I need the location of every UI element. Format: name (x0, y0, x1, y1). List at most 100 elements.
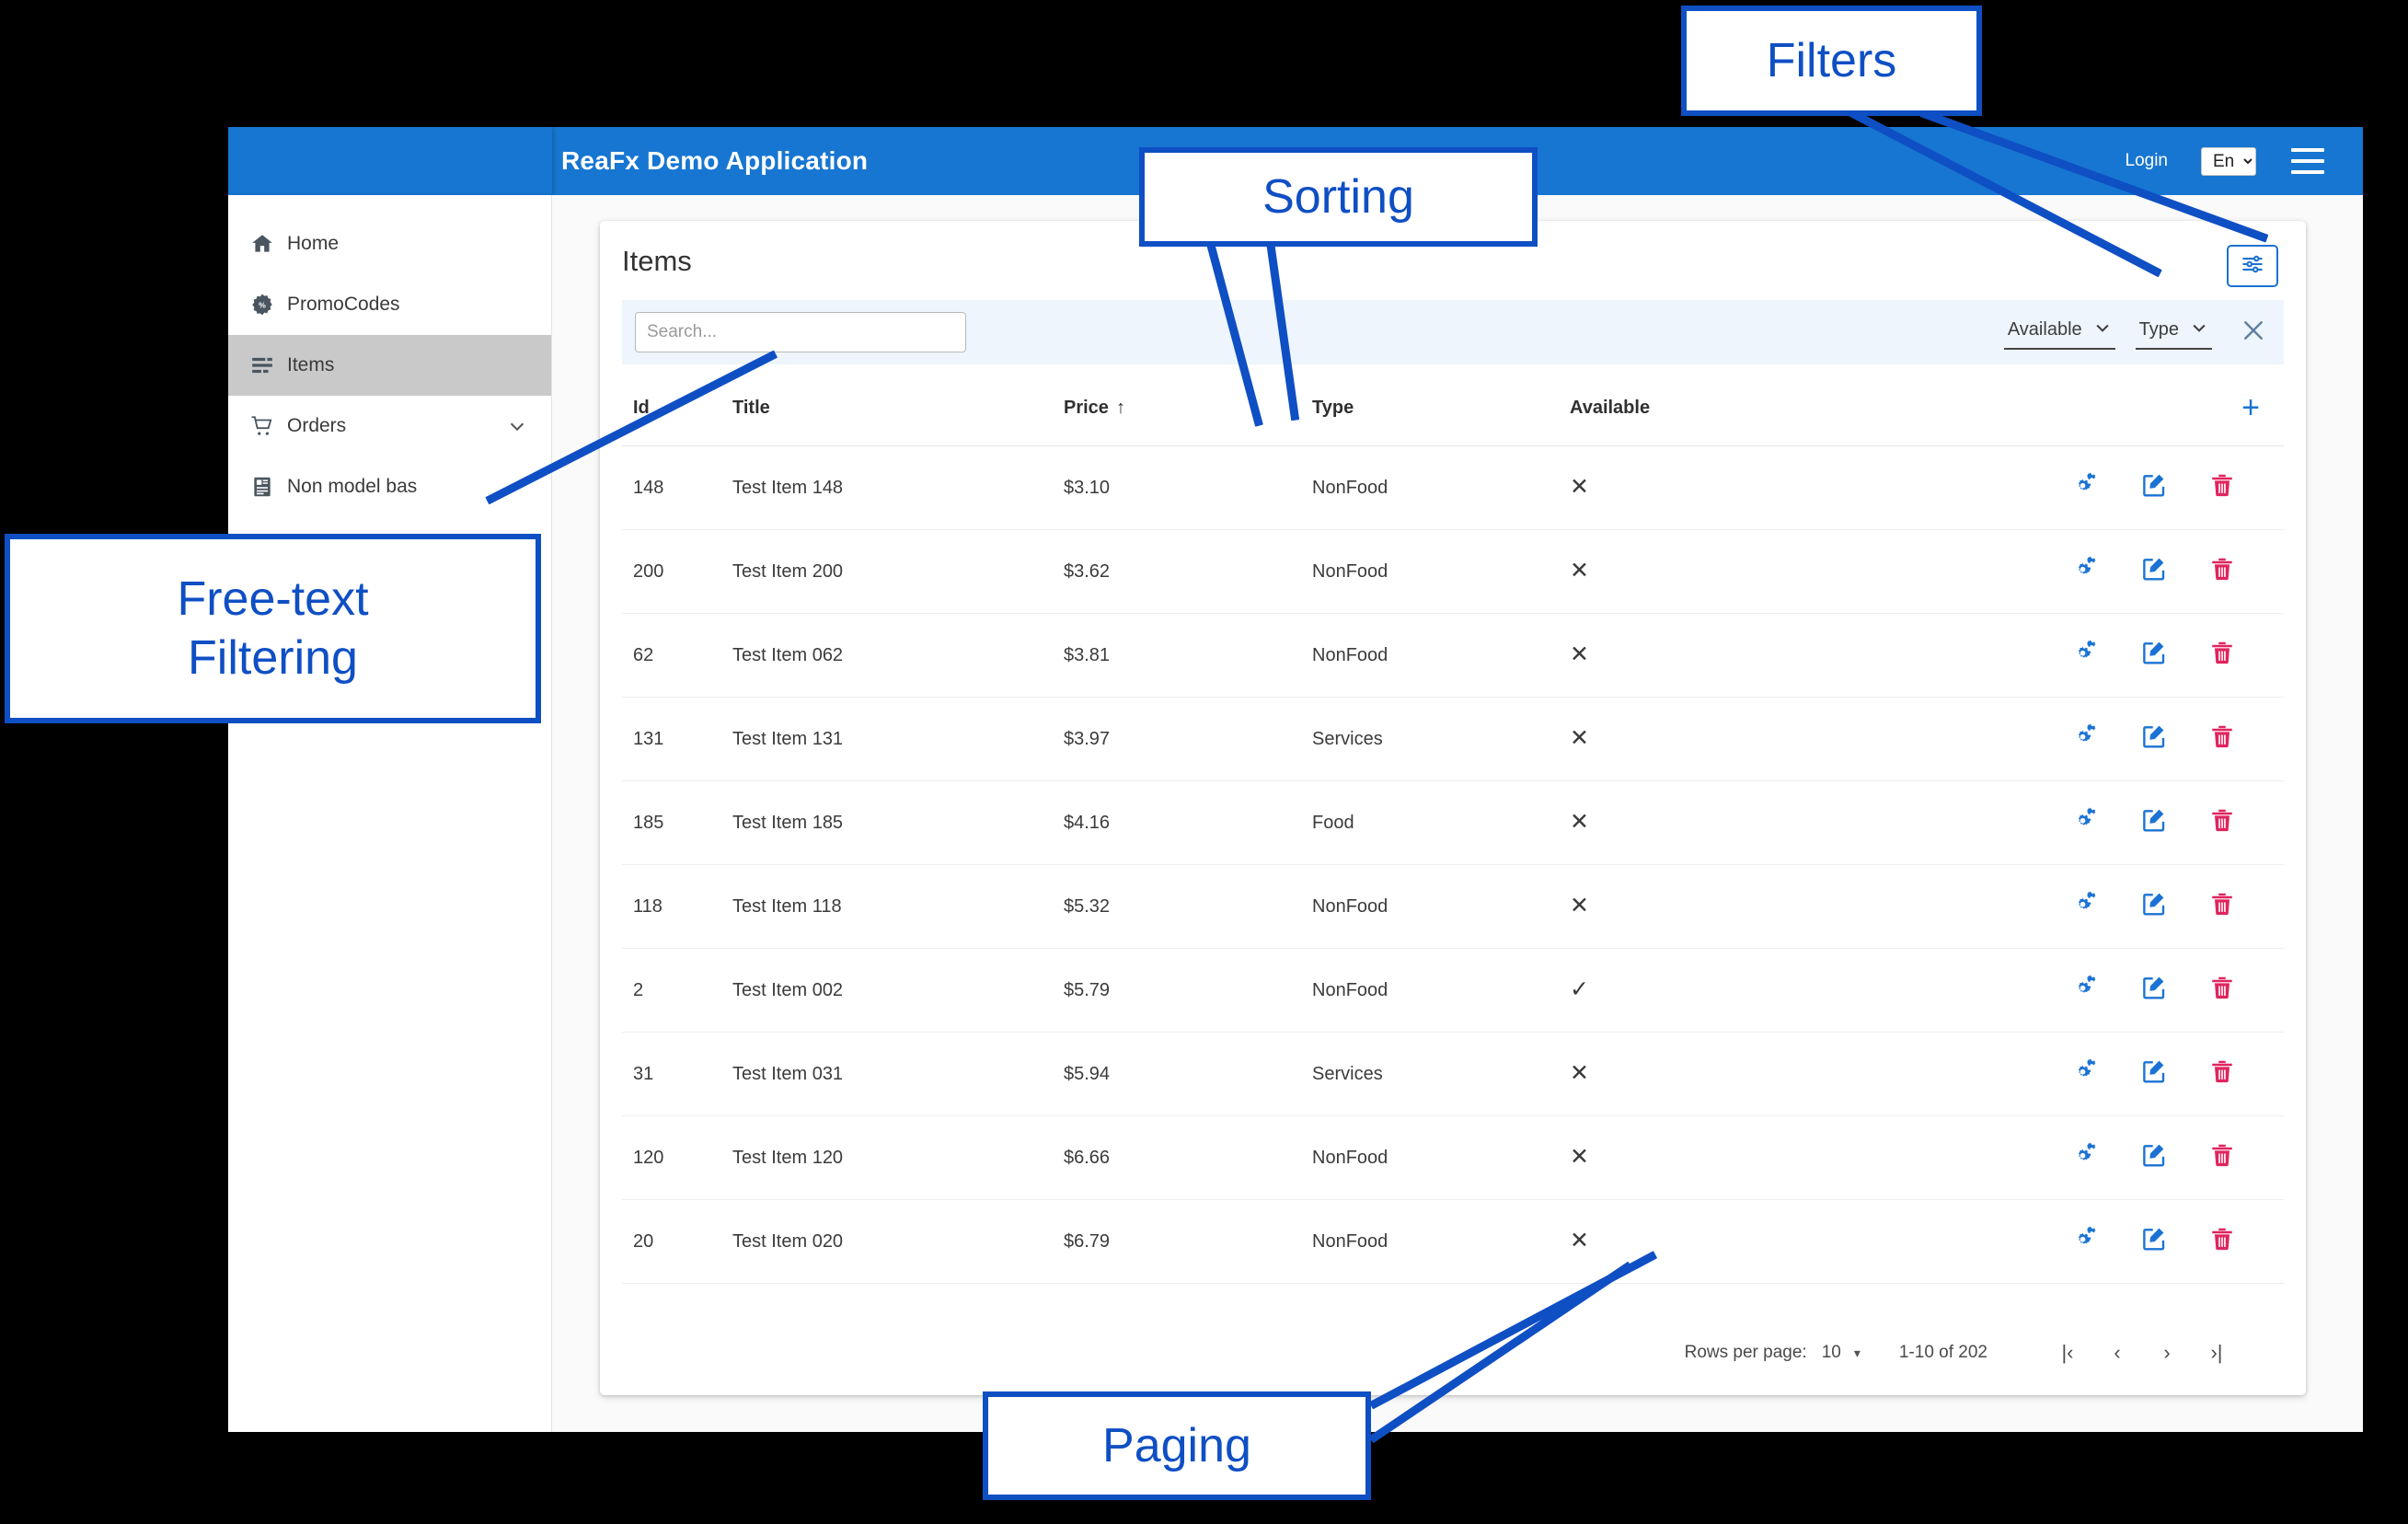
cell-type: NonFood (1312, 864, 1570, 949)
cross-icon: ✕ (1570, 641, 1589, 667)
row-delete-button[interactable] (2208, 471, 2236, 504)
row-edit-button[interactable] (2140, 471, 2168, 504)
settings-gears-icon (2072, 639, 2100, 672)
table-row[interactable]: 20 Test Item 020 $6.79 NonFood ✕ (622, 1199, 2284, 1284)
delete-trash-icon (2208, 1141, 2236, 1174)
row-delete-button[interactable] (2208, 890, 2236, 923)
cell-actions (1873, 445, 2284, 530)
available-filter-dropdown[interactable]: Available (2003, 316, 2115, 350)
row-settings-button[interactable] (2072, 974, 2100, 1007)
cell-title: Test Item 062 (732, 613, 1064, 698)
row-delete-button[interactable] (2208, 974, 2236, 1007)
row-edit-button[interactable] (2140, 722, 2168, 756)
row-settings-button[interactable] (2072, 1225, 2100, 1258)
rows-per-page-value[interactable]: 10 (1822, 1343, 1841, 1363)
column-header-price[interactable]: Price ↑ (1064, 364, 1312, 446)
row-edit-button[interactable] (2140, 1225, 2168, 1258)
callout-text-line2: Filtering (188, 631, 358, 685)
sidebar-item-promocodes[interactable]: % PromoCodes (228, 274, 551, 335)
settings-gears-icon (2072, 890, 2100, 923)
page-range-label: 1-10 of 202 (1898, 1343, 1987, 1362)
row-delete-button[interactable] (2208, 1141, 2236, 1174)
row-settings-button[interactable] (2072, 890, 2100, 923)
row-settings-button[interactable] (2072, 1057, 2100, 1091)
next-page-button[interactable]: › (2142, 1341, 2192, 1365)
app-title: ReaFx Demo Application (561, 146, 869, 175)
row-settings-button[interactable] (2072, 639, 2100, 672)
row-edit-button[interactable] (2140, 806, 2168, 839)
hamburger-bar (2291, 148, 2324, 152)
cell-type: NonFood (1312, 445, 1570, 530)
row-delete-button[interactable] (2208, 1225, 2236, 1258)
table-row[interactable]: 2 Test Item 002 $5.79 NonFood ✓ (622, 948, 2284, 1033)
cell-type: NonFood (1312, 529, 1570, 614)
row-settings-button[interactable] (2072, 1141, 2100, 1174)
table-row[interactable]: 200 Test Item 200 $3.62 NonFood ✕ (622, 529, 2284, 614)
last-page-button[interactable]: ›| (2192, 1341, 2241, 1365)
column-header-title[interactable]: Title (732, 364, 1064, 446)
language-select[interactable]: En (2201, 146, 2256, 176)
row-action-group (1873, 471, 2260, 504)
hamburger-bar (2291, 159, 2324, 163)
table-row[interactable]: 148 Test Item 148 $3.10 NonFood ✕ (622, 445, 2284, 530)
search-input[interactable] (635, 312, 966, 352)
cross-icon: ✕ (1570, 1144, 1589, 1170)
column-header-type[interactable]: Type (1312, 364, 1570, 446)
delete-trash-icon (2208, 890, 2236, 923)
row-settings-button[interactable] (2072, 555, 2100, 588)
table-row[interactable]: 31 Test Item 031 $5.94 Services ✕ (622, 1032, 2284, 1116)
table-row[interactable]: 185 Test Item 185 $4.16 Food ✕ (622, 780, 2284, 865)
table-row[interactable]: 62 Test Item 062 $3.81 NonFood ✕ (622, 613, 2284, 698)
cell-price: $3.10 (1064, 445, 1312, 530)
cell-available: ✕ (1570, 529, 1873, 614)
type-filter-dropdown[interactable]: Type (2135, 316, 2212, 350)
login-link[interactable]: Login (2126, 151, 2169, 171)
sidebar-item-non-model-based[interactable]: Non model bas (228, 456, 551, 517)
sidebar-item-orders[interactable]: Orders (228, 396, 551, 456)
table-row[interactable]: 118 Test Item 118 $5.32 NonFood ✕ (622, 864, 2284, 949)
row-delete-button[interactable] (2208, 722, 2236, 756)
edit-pencil-icon (2140, 1057, 2168, 1091)
row-edit-button[interactable] (2140, 1057, 2168, 1091)
cell-price: $4.16 (1064, 780, 1312, 865)
row-delete-button[interactable] (2208, 555, 2236, 588)
row-action-group (1873, 1141, 2260, 1174)
delete-trash-icon (2208, 555, 2236, 588)
filter-toggle-button[interactable] (2227, 245, 2278, 287)
cell-available: ✕ (1570, 780, 1873, 865)
row-edit-button[interactable] (2140, 555, 2168, 588)
row-edit-button[interactable] (2140, 890, 2168, 923)
table-row[interactable]: 120 Test Item 120 $6.66 NonFood ✕ (622, 1115, 2284, 1200)
row-delete-button[interactable] (2208, 639, 2236, 672)
check-icon: ✓ (1570, 976, 1589, 1002)
add-item-button[interactable]: + (2241, 390, 2260, 425)
sidebar-item-home[interactable]: Home (228, 214, 551, 274)
row-delete-button[interactable] (2208, 806, 2236, 839)
row-edit-button[interactable] (2140, 974, 2168, 1007)
column-label: Price (1064, 397, 1109, 418)
sidebar-item-items[interactable]: Items (228, 335, 551, 396)
cell-id: 118 (622, 864, 732, 949)
previous-page-button[interactable]: ‹ (2092, 1341, 2142, 1365)
chevron-down-icon[interactable] (507, 416, 527, 436)
clear-filters-button[interactable] (2232, 317, 2267, 349)
cell-available: ✕ (1570, 1115, 1873, 1200)
edit-pencil-icon (2140, 890, 2168, 923)
rows-per-page-caret-icon[interactable]: ▾ (1854, 1345, 1861, 1361)
table-row[interactable]: 131 Test Item 131 $3.97 Services ✕ (622, 697, 2284, 781)
row-edit-button[interactable] (2140, 1141, 2168, 1174)
column-header-available[interactable]: Available (1570, 364, 1873, 446)
row-settings-button[interactable] (2072, 722, 2100, 756)
row-edit-button[interactable] (2140, 639, 2168, 672)
first-page-button[interactable]: |‹ (2043, 1341, 2092, 1365)
row-settings-button[interactable] (2072, 471, 2100, 504)
row-settings-button[interactable] (2072, 806, 2100, 839)
cell-title: Test Item 020 (732, 1199, 1064, 1284)
hamburger-menu-icon[interactable] (2291, 148, 2324, 174)
delete-trash-icon (2208, 974, 2236, 1007)
settings-gears-icon (2072, 1057, 2100, 1091)
cell-title: Test Item 131 (732, 697, 1064, 781)
row-delete-button[interactable] (2208, 1057, 2236, 1091)
svg-text:%: % (259, 301, 266, 310)
sidebar-item-label: Home (287, 233, 340, 254)
